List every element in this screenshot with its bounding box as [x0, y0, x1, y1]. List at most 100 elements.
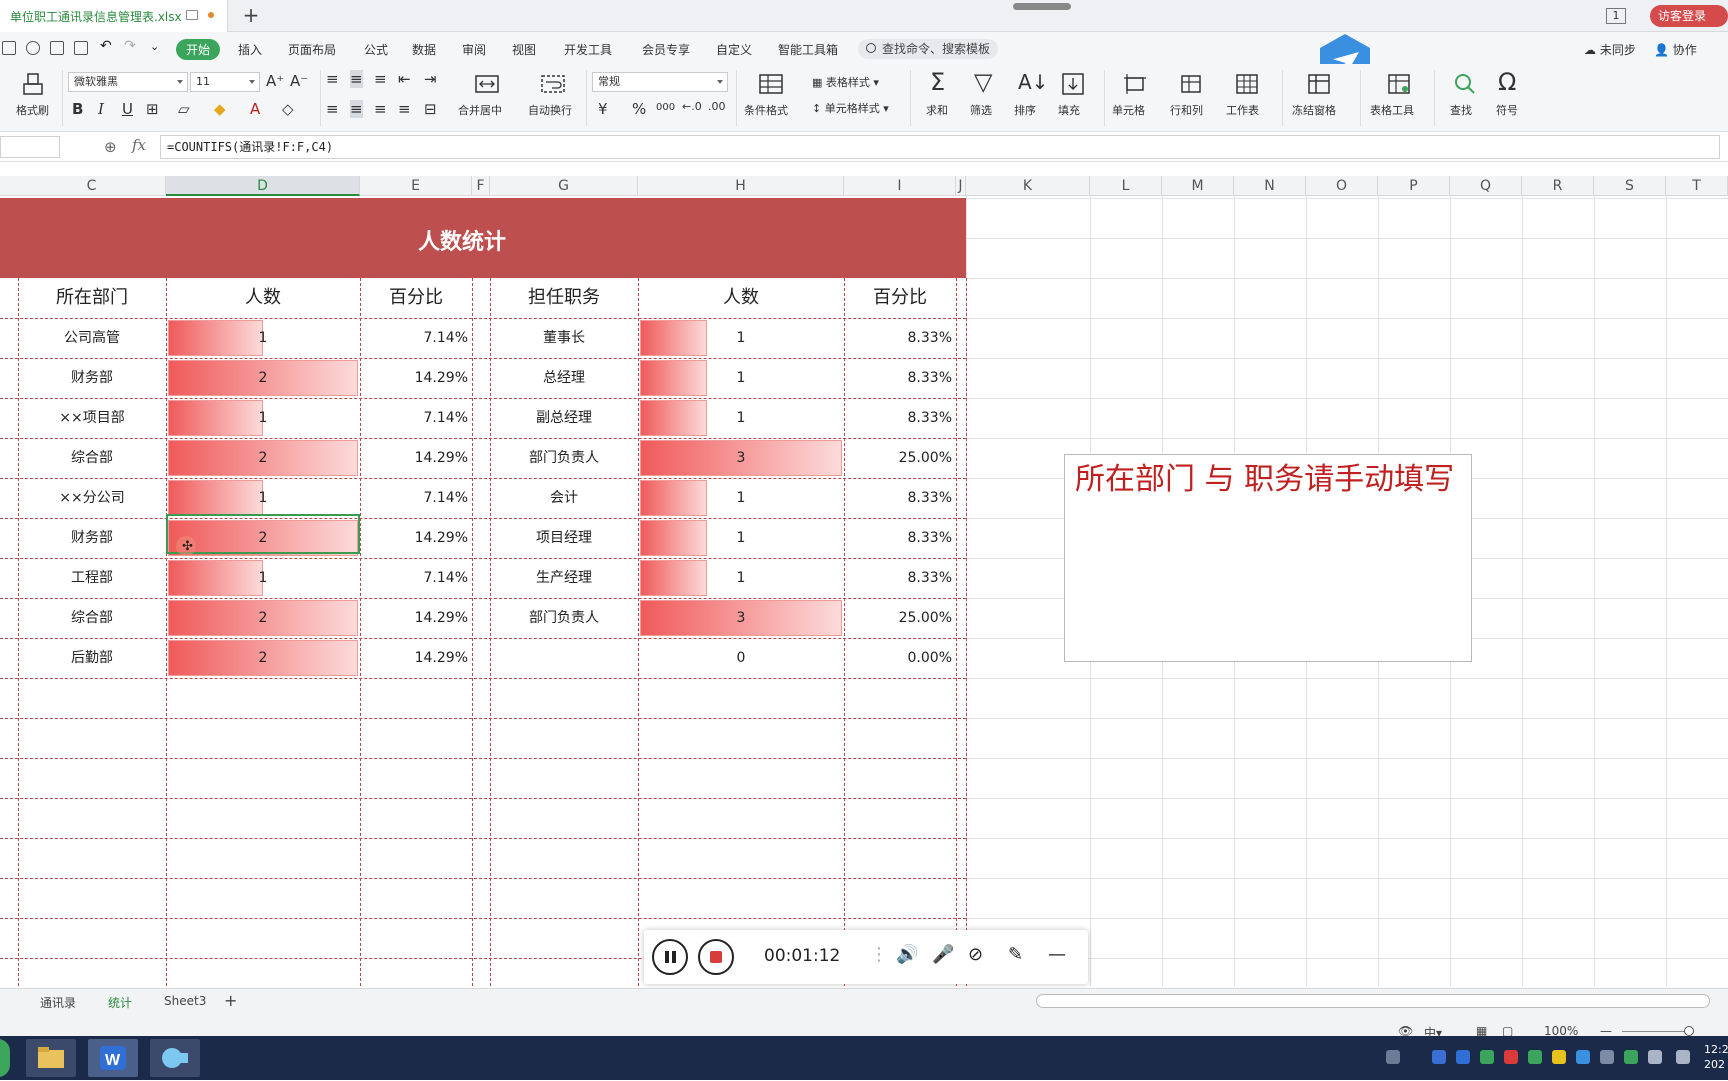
sum-label[interactable]: 求和: [926, 102, 948, 118]
minimize-icon[interactable]: —: [1048, 944, 1066, 965]
dept-percent[interactable]: 7.14%: [360, 558, 472, 598]
role-count[interactable]: 1: [638, 398, 844, 438]
justify-icon[interactable]: ≡: [398, 100, 411, 118]
undo-history-icon[interactable]: [26, 41, 40, 55]
decrease-decimal-icon[interactable]: .00: [708, 100, 726, 113]
ribbon-tab-8[interactable]: 会员专享: [642, 41, 690, 58]
column-header-q[interactable]: Q: [1450, 176, 1522, 196]
collab-button[interactable]: 👤 协作: [1654, 41, 1697, 58]
ribbon-tab-4[interactable]: 数据: [412, 41, 436, 58]
indent-decrease-icon[interactable]: ⇤: [398, 70, 411, 88]
role-percent[interactable]: 25.00%: [844, 438, 956, 478]
column-header-s[interactable]: S: [1594, 176, 1666, 196]
dept-count[interactable]: 2: [166, 598, 360, 638]
command-search[interactable]: 查找命令、搜索模板: [858, 39, 998, 59]
dept-percent[interactable]: 14.29%: [360, 518, 472, 558]
tray-display-icon[interactable]: [1648, 1050, 1662, 1064]
dept-count[interactable]: 2: [166, 438, 360, 478]
fill-label[interactable]: 填充: [1058, 102, 1080, 118]
cell-icon[interactable]: [1122, 72, 1148, 96]
formula-input[interactable]: =COUNTIFS(通讯录!F:F,C4): [160, 135, 1720, 159]
pause-button[interactable]: [652, 939, 688, 975]
role-name[interactable]: [490, 638, 638, 678]
role-count[interactable]: 0: [638, 638, 844, 678]
row-col-label[interactable]: 行和列: [1170, 102, 1203, 118]
font-color-icon[interactable]: A: [250, 100, 260, 118]
fill-style-icon[interactable]: ▱: [178, 100, 190, 118]
zoom-slider-track[interactable]: [1622, 1031, 1692, 1032]
role-count[interactable]: 3: [638, 598, 844, 638]
zoom-slider-thumb[interactable]: [1684, 1026, 1694, 1036]
ribbon-tab-10[interactable]: 智能工具箱: [778, 41, 838, 58]
name-box[interactable]: [0, 136, 60, 158]
dept-count[interactable]: 1: [166, 398, 360, 438]
align-bottom-icon[interactable]: ≡: [374, 70, 387, 88]
tray-chat-icon[interactable]: [1624, 1050, 1638, 1064]
dept-name[interactable]: ××项目部: [18, 398, 166, 438]
table-title-band[interactable]: 人数统计: [0, 198, 966, 278]
tray-volume-icon[interactable]: [1676, 1050, 1690, 1064]
font-size-select[interactable]: 11: [190, 72, 260, 92]
merge-center-icon[interactable]: [474, 72, 500, 96]
column-header-m[interactable]: M: [1162, 176, 1234, 196]
wrap-text-label[interactable]: 自动换行: [528, 102, 572, 118]
role-count[interactable]: 1: [638, 318, 844, 358]
role-name[interactable]: 部门负责人: [490, 438, 638, 478]
dept-percent[interactable]: 14.29%: [360, 598, 472, 638]
wrap-text-icon[interactable]: [540, 72, 566, 96]
role-name[interactable]: 会计: [490, 478, 638, 518]
column-header-p[interactable]: P: [1378, 176, 1450, 196]
column-header-r[interactable]: R: [1522, 176, 1594, 196]
align-right-icon[interactable]: ≡: [374, 100, 387, 118]
redo-icon[interactable]: ↷: [124, 38, 138, 54]
sheet-tab-2[interactable]: Sheet3: [164, 994, 206, 1008]
role-percent[interactable]: 8.33%: [844, 478, 956, 518]
new-tab-button[interactable]: +: [240, 4, 262, 26]
role-percent[interactable]: 8.33%: [844, 318, 956, 358]
role-percent[interactable]: 8.33%: [844, 358, 956, 398]
indent-increase-icon[interactable]: ⇥: [424, 70, 437, 88]
chevron-down-icon[interactable]: ⌄: [150, 40, 164, 54]
ribbon-tab-0[interactable]: 开始: [176, 39, 221, 60]
role-percent[interactable]: 8.33%: [844, 398, 956, 438]
dept-percent[interactable]: 7.14%: [360, 478, 472, 518]
align-middle-icon[interactable]: ≡: [350, 70, 363, 88]
sheet-tab-0[interactable]: 通讯录: [40, 994, 76, 1011]
column-header-i[interactable]: I: [844, 176, 956, 196]
zoom-formula-icon[interactable]: ⊕: [104, 138, 117, 156]
dept-name[interactable]: 工程部: [18, 558, 166, 598]
dept-count[interactable]: 1: [166, 558, 360, 598]
column-header-o[interactable]: O: [1306, 176, 1378, 196]
sort-icon[interactable]: A↓: [1018, 70, 1048, 94]
tray-keyboard-icon[interactable]: [1386, 1050, 1400, 1064]
symbol-icon[interactable]: Ω: [1498, 68, 1516, 96]
ribbon-tab-6[interactable]: 视图: [512, 41, 536, 58]
dept-percent[interactable]: 14.29%: [360, 438, 472, 478]
column-header-k[interactable]: K: [966, 176, 1090, 196]
sort-label[interactable]: 排序: [1014, 102, 1036, 118]
increase-font-icon[interactable]: A⁺: [266, 72, 284, 90]
row-col-icon[interactable]: [1178, 72, 1204, 96]
start-button[interactable]: [0, 1039, 10, 1077]
dept-count[interactable]: 2: [166, 638, 360, 678]
dept-name[interactable]: 综合部: [18, 598, 166, 638]
role-percent[interactable]: 0.00%: [844, 638, 956, 678]
drag-handle[interactable]: [1013, 3, 1071, 10]
role-count[interactable]: 3: [638, 438, 844, 478]
format-painter-icon[interactable]: [20, 72, 46, 96]
file-tab[interactable]: 单位职工通讯录信息管理表.xlsx: [0, 0, 228, 32]
ribbon-tab-2[interactable]: 页面布局: [288, 41, 336, 58]
merge-center-label[interactable]: 合并居中: [458, 102, 502, 118]
conditional-format-icon[interactable]: [758, 72, 784, 96]
role-percent[interactable]: 8.33%: [844, 558, 956, 598]
ribbon-tab-5[interactable]: 审阅: [462, 41, 486, 58]
ribbon-tab-3[interactable]: 公式: [364, 41, 388, 58]
save-icon[interactable]: [2, 41, 16, 55]
role-percent[interactable]: 8.33%: [844, 518, 956, 558]
role-count[interactable]: 1: [638, 478, 844, 518]
login-button[interactable]: 访客登录: [1650, 5, 1728, 27]
border-icon[interactable]: ⊞: [146, 100, 159, 118]
fx-icon[interactable]: fx: [132, 136, 146, 154]
font-name-select[interactable]: 微软雅黑: [68, 72, 188, 92]
tray-bird-icon[interactable]: [1456, 1050, 1470, 1064]
